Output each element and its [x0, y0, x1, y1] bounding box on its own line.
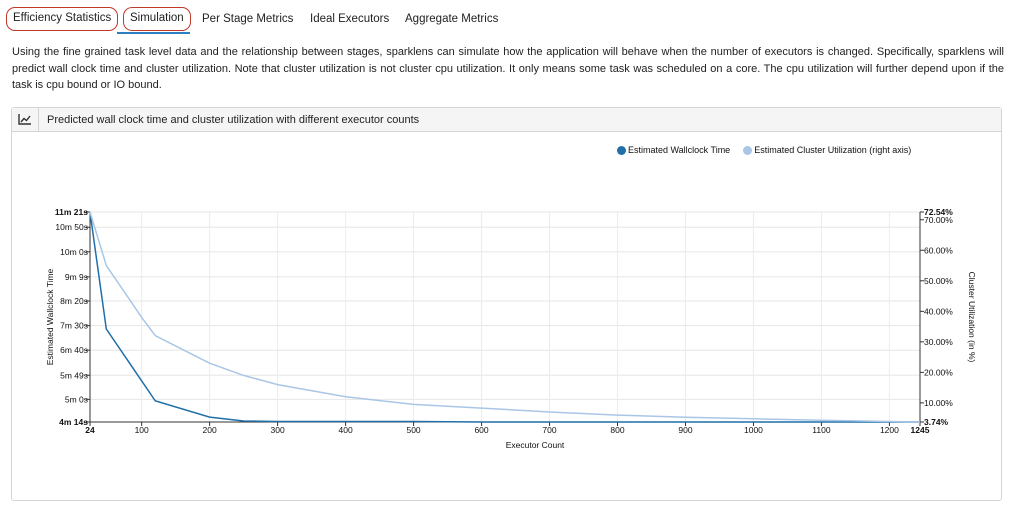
series-line-wallclock[interactable]	[89, 211, 920, 423]
y-tick-label: 9m 9s	[65, 272, 88, 282]
x-tick-label: 1100	[812, 425, 831, 435]
y2-axis-title: Cluster Utilization (in %)	[967, 272, 977, 363]
x-tick-label: 700	[542, 425, 556, 435]
x-tick-label: 900	[678, 425, 692, 435]
y-tick-label: 10m 0s	[60, 247, 88, 257]
x-axis-title: Executor Count	[506, 440, 565, 450]
y2-tick-label: 20.00%	[924, 367, 953, 377]
y-tick-label: 10m 50s	[55, 222, 88, 232]
x-tick-label: 500	[406, 425, 420, 435]
y2-tick-label: 10.00%	[924, 398, 953, 408]
y-tick-label: 8m 20s	[60, 296, 88, 306]
x-tick-label: 1200	[880, 425, 899, 435]
y-tick-label: 4m 14s	[59, 417, 88, 427]
x-tick-label: 1000	[744, 425, 763, 435]
grid-lines	[90, 211, 920, 423]
x-tick-label: 300	[271, 425, 285, 435]
y2-tick-label: 3.74%	[924, 417, 949, 427]
y2-tick-label: 70.00%	[924, 215, 953, 225]
y2-tick-label: 30.00%	[924, 337, 953, 347]
y-tick-label: 5m 49s	[60, 370, 88, 380]
chart-series	[89, 211, 921, 423]
y2-tick-label: 50.00%	[924, 276, 953, 286]
x-tick-label: 400	[339, 425, 353, 435]
y-axis-title: Estimated Wallclock Time	[45, 268, 55, 365]
tick-labels: 24 100 200 300 400 500 600 700 800 900 1000 1100 120…	[45, 207, 977, 450]
chart-axes	[86, 211, 924, 426]
x-tick-label: 800	[610, 425, 624, 435]
y2-tick-label: 40.00%	[924, 306, 953, 316]
x-tick-label: 200	[203, 425, 217, 435]
y-tick-label: 11m 21s	[55, 207, 88, 217]
y-tick-label: 5m 0s	[65, 394, 88, 404]
x-tick-label: 100	[135, 425, 149, 435]
series-line-utilization[interactable]	[89, 211, 921, 423]
simulation-chart: 24 100 200 300 400 500 600 700 800 900 1000 1100 120…	[45, 207, 977, 450]
y-tick-label: 6m 40s	[60, 345, 88, 355]
y-tick-label: 7m 30s	[60, 321, 88, 331]
y2-tick-label: 60.00%	[924, 245, 953, 255]
x-tick-label: 600	[474, 425, 488, 435]
